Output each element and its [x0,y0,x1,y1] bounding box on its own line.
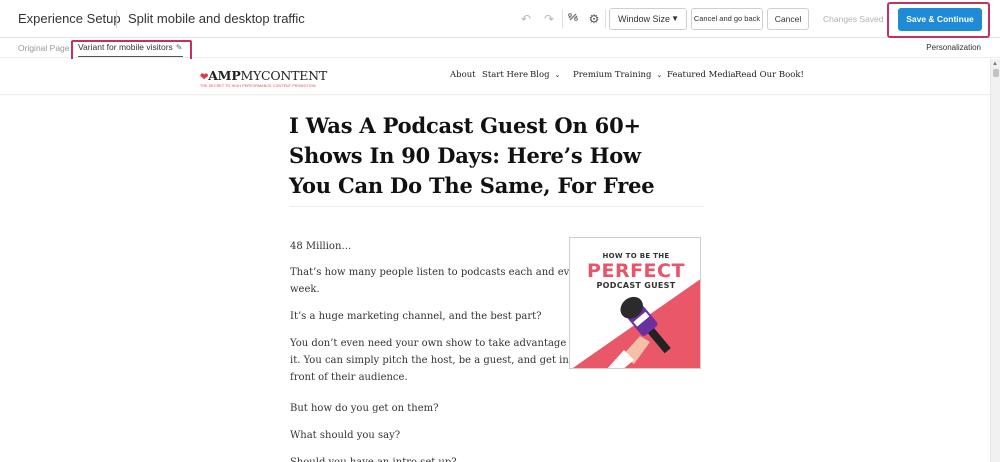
gear-icon[interactable]: ⚙ [586,11,602,27]
undo-icon[interactable]: ↶ [518,11,534,27]
nav-start-here[interactable]: Start Here [482,70,528,80]
page-preview[interactable]: ❤AMPMYCONTENT THE SECRET TO HIGH PERFORM… [0,59,990,462]
image-text-line2: PERFECT [587,260,685,282]
article-title: I Was A Podcast Guest On 60+ Shows In 90… [289,111,704,201]
article-paragraph: front of their audience. [290,372,408,383]
article-paragraph: You don’t even need your own show to tak… [290,338,580,349]
nav-premium-training[interactable]: Premium Training ⌄ [573,70,662,80]
site-logo[interactable]: ❤AMPMYCONTENT THE SECRET TO HIGH PERFORM… [200,68,327,88]
article-paragraph: 48 Million… [290,241,352,252]
article-paragraph: But how do you get on them? [290,403,439,414]
logo-rest: MYCONTENT [240,68,328,83]
changes-saved-status: Changes Saved [823,14,884,24]
title-line: Shows In 90 Days: Here’s How [289,143,641,168]
title-divider-line [289,206,704,207]
nav-featured-media[interactable]: Featured Media [667,70,736,80]
scroll-thumb[interactable] [993,69,999,77]
window-size-select[interactable]: Window Size ▼ [609,8,687,30]
chevron-down-icon: ⌄ [554,71,561,79]
redo-icon[interactable]: ↷ [541,11,557,27]
personalization-link[interactable]: Personalization [926,43,981,52]
cancel-button[interactable]: Cancel [767,8,809,30]
cancel-and-go-back-button[interactable]: Cancel and go back [691,8,763,30]
nav-read-our-book[interactable]: Read Our Book! [735,70,804,80]
image-text-line1: HOW TO BE THE [602,252,670,260]
site-navigation: ❤AMPMYCONTENT THE SECRET TO HIGH PERFORM… [0,59,990,95]
top-toolbar: Experience Setup Split mobile and deskto… [0,0,1000,38]
article-header: I Was A Podcast Guest On 60+ Shows In 90… [289,111,704,201]
article-paragraph: week. [290,284,320,295]
podcast-guest-image: HOW TO BE THE PERFECT PODCAST GUEST [569,237,701,369]
nav-premium-label: Premium Training [573,70,652,80]
nav-blog-label: Blog [530,70,550,80]
save-and-continue-button[interactable]: Save & Continue [898,8,982,31]
chevron-down-icon: ⌄ [656,71,663,79]
nav-blog[interactable]: Blog ⌄ [530,70,560,80]
tab-original-page[interactable]: Original Page [18,43,70,53]
title-line: I Was A Podcast Guest On 60+ [289,113,641,138]
nav-about[interactable]: About [450,70,476,80]
toolbar-separator [562,10,563,28]
heart-icon: ❤ [200,72,209,83]
article-paragraph: What should you say? [290,430,401,441]
article-paragraph: Should you have an intro set up? [290,454,457,462]
window-size-label: Window Size [618,14,671,24]
link-icon[interactable] [565,11,581,27]
logo-tagline: THE SECRET TO HIGH PERFORMANCE CONTENT P… [200,84,316,88]
article-paragraph: It’s a huge marketing channel, and the b… [290,311,542,322]
logo-amp: AMP [208,68,241,83]
title-divider [116,10,117,28]
app-title: Experience Setup [18,11,121,26]
toolbar-separator [605,10,606,28]
chevron-down-icon: ▼ [671,14,679,23]
article-paragraph: it. You can simply pitch the host, be a … [290,355,569,366]
title-line: You Can Do The Same, For Free [289,173,655,198]
image-text-line3: PODCAST GUEST [596,281,676,290]
preview-scrollbar[interactable]: ▲ [990,59,1000,462]
scroll-up-icon[interactable]: ▲ [992,61,998,67]
article-paragraph: That’s how many people listen to podcast… [290,267,586,278]
experience-name[interactable]: Split mobile and desktop traffic [128,11,305,26]
